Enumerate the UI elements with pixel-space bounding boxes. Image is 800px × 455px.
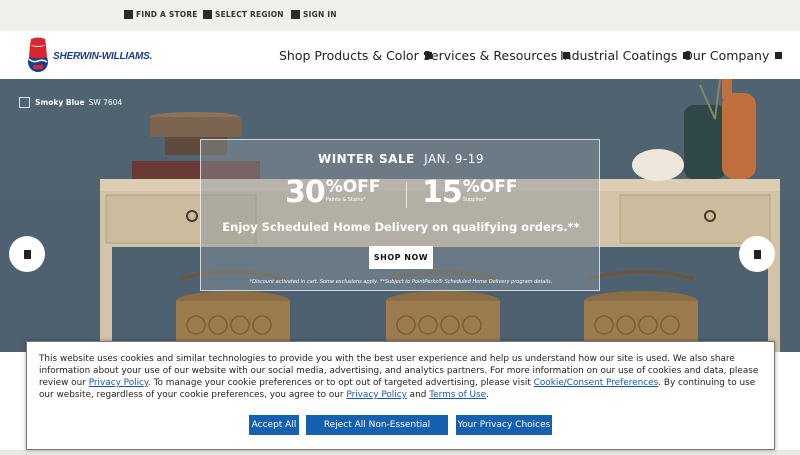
chevron-down-icon <box>775 52 783 59</box>
globe-logo-icon <box>28 37 48 72</box>
promo-panel: WINTER SALE JAN. 9-19 30 %OFF Paints & S… <box>200 139 600 291</box>
cookie-preferences-link[interactable]: Cookie/Consent Preferences <box>534 378 659 388</box>
deal-supplies: 15 %OFF Supplies* <box>422 175 518 210</box>
swatch-icon <box>19 97 30 108</box>
store-icon <box>124 10 133 19</box>
color-swatch-tag[interactable]: Smoky Blue SW 7604 <box>19 97 122 108</box>
privacy-choices-button[interactable]: Your Privacy Choices <box>456 415 552 435</box>
utility-bar: FIND A STORE SELECT REGION SIGN IN <box>0 0 800 31</box>
hero-banner: Smoky Blue SW 7604 WINTER SALE JAN. 9-19… <box>0 79 800 352</box>
cookie-message: This website uses cookies and similar te… <box>39 354 759 400</box>
main-header: SHERWIN-WILLIAMS. Shop Products & Color … <box>0 31 800 79</box>
terms-of-use-link[interactable]: Terms of Use <box>429 390 486 400</box>
nav-shop-products[interactable]: Shop Products & Color <box>279 48 432 63</box>
chevron-left-icon <box>23 249 31 259</box>
deal-divider <box>406 182 407 208</box>
reject-non-essential-button[interactable]: Reject All Non-Essential Cookies <box>306 415 448 450</box>
promo-disclaimer: *Discount activated in cart. Some exclus… <box>249 279 553 285</box>
carousel-prev-button[interactable] <box>9 236 45 272</box>
find-store-link[interactable]: FIND A STORE <box>124 10 198 19</box>
select-region-link[interactable]: SELECT REGION <box>203 10 284 19</box>
brand-logo[interactable]: SHERWIN-WILLIAMS. <box>27 37 167 75</box>
nav-industrial[interactable]: Industrial Coatings <box>560 48 691 63</box>
privacy-policy-link-2[interactable]: Privacy Policy <box>346 390 406 400</box>
nav-services[interactable]: Services & Resources <box>423 48 571 63</box>
carousel-next-button[interactable] <box>739 236 775 272</box>
deal-paints: 30 %OFF Paints & Stains* <box>285 175 381 210</box>
user-icon <box>291 10 300 19</box>
privacy-policy-link[interactable]: Privacy Policy <box>89 378 148 388</box>
nav-our-company[interactable]: Our Company <box>683 48 783 63</box>
cookie-consent-banner: This website uses cookies and similar te… <box>26 341 775 450</box>
promo-delivery-text: Enjoy Scheduled Home Delivery on qualify… <box>222 220 580 234</box>
chevron-right-icon <box>753 249 761 259</box>
sign-in-link[interactable]: SIGN IN <box>291 10 337 19</box>
shop-now-button[interactable]: SHOP NOW <box>369 246 433 269</box>
accept-all-button[interactable]: Accept All <box>249 415 299 435</box>
region-icon <box>203 10 212 19</box>
promo-title: WINTER SALE JAN. 9-19 <box>317 152 485 166</box>
